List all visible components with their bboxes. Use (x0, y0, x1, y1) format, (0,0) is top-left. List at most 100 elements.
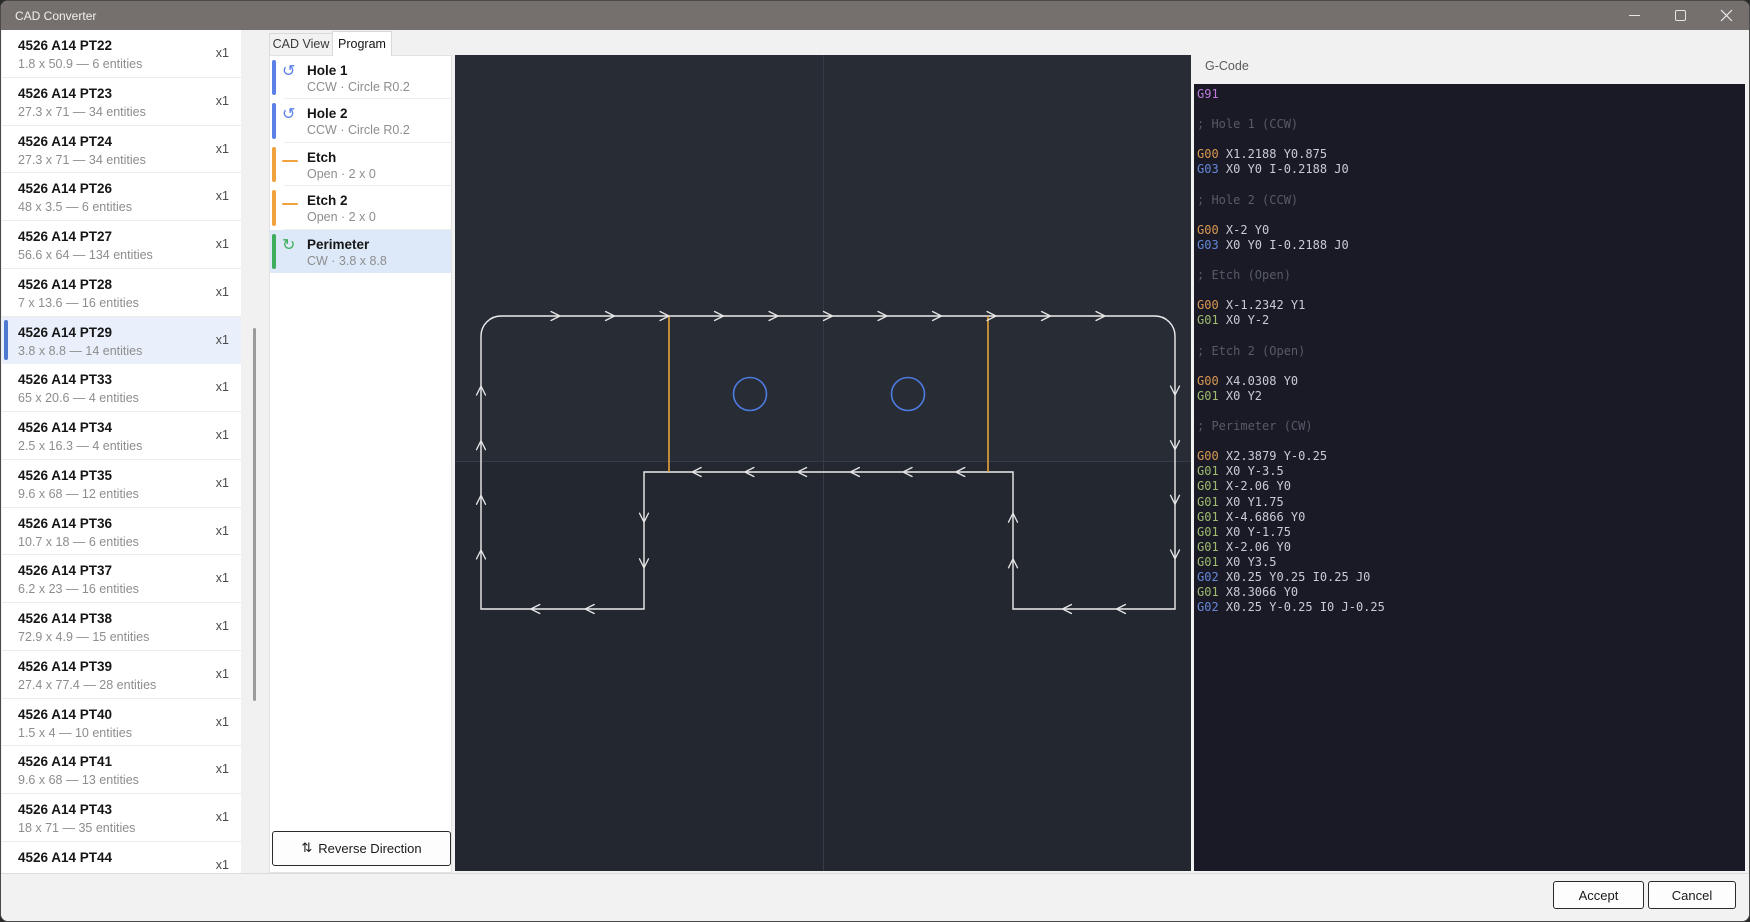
part-detail: 2.5 x 16.3 — 4 entities (18, 438, 241, 454)
part-list-item[interactable]: 4526 A14 PT3872.9 x 4.9 — 15 entitiesx1 (2, 603, 241, 651)
gcode-line (1197, 208, 1745, 223)
part-detail: 48 x 3.5 — 6 entities (18, 199, 241, 215)
part-detail: 10.7 x 18 — 6 entities (18, 534, 241, 550)
part-list-item[interactable]: 4526 A14 PT293.8 x 8.8 — 14 entitiesx1 (2, 317, 241, 365)
part-list-item[interactable]: 4526 A14 PT3927.4 x 77.4 — 28 entitiesx1 (2, 651, 241, 699)
gcode-line: G01 X-2.06 Y0 (1197, 540, 1745, 555)
part-name: 4526 A14 PT23 (18, 85, 241, 103)
part-name: 4526 A14 PT44 (18, 849, 241, 867)
rotate-ccw-icon: ↺ (282, 106, 295, 122)
operation-name: Perimeter (307, 236, 451, 253)
gcode-line: G91 (1197, 87, 1745, 102)
operation-item[interactable]: Etch 2Open · 2 x 0 (270, 186, 451, 229)
cancel-button[interactable]: Cancel (1648, 881, 1736, 909)
gcode-editor[interactable]: G91 ; Hole 1 (CCW) G00 X1.2188 Y0.875G03… (1194, 84, 1745, 871)
operation-accent-bar (272, 147, 276, 182)
operation-name: Hole 1 (307, 62, 451, 79)
operation-item[interactable]: ↺ Hole 1CCW · Circle R0.2 (270, 56, 451, 99)
titlebar[interactable]: CAD Converter (1, 1, 1749, 30)
gcode-line: G00 X1.2188 Y0.875 (1197, 147, 1745, 162)
part-list-item[interactable]: 4526 A14 PT359.6 x 68 — 12 entitiesx1 (2, 460, 241, 508)
accept-button[interactable]: Accept (1553, 881, 1644, 909)
operation-name: Hole 2 (307, 105, 451, 122)
gcode-line: G02 X0.25 Y0.25 I0.25 J0 (1197, 570, 1745, 585)
part-detail: 27.3 x 71 — 34 entities (18, 152, 241, 168)
part-detail: 6.2 x 23 — 16 entities (18, 581, 241, 597)
gcode-line (1197, 283, 1745, 298)
part-quantity: x1 (216, 94, 229, 108)
operation-item[interactable]: EtchOpen · 2 x 0 (270, 143, 451, 186)
operation-accent-bar (272, 103, 276, 138)
operation-item[interactable]: ↻ PerimeterCW · 3.8 x 8.8 (270, 230, 451, 273)
reverse-direction-button[interactable]: ⇅ Reverse Direction (272, 831, 451, 866)
part-name: 4526 A14 PT35 (18, 467, 241, 485)
part-list-item[interactable]: 4526 A14 PT401.5 x 4 — 10 entitiesx1 (2, 699, 241, 747)
gcode-line: G03 X0 Y0 I-0.2188 J0 (1197, 238, 1745, 253)
part-list-item[interactable]: 4526 A14 PT2427.3 x 71 — 34 entitiesx1 (2, 126, 241, 174)
minimize-button[interactable] (1611, 1, 1657, 30)
close-button[interactable] (1703, 1, 1749, 30)
part-list-item[interactable]: 4526 A14 PT3365 x 20.6 — 4 entitiesx1 (2, 364, 241, 412)
part-name: 4526 A14 PT39 (18, 658, 241, 676)
part-name: 4526 A14 PT29 (18, 324, 241, 342)
gcode-line (1197, 359, 1745, 374)
cad-canvas[interactable] (455, 55, 1191, 871)
part-list-item[interactable]: 4526 A14 PT342.5 x 16.3 — 4 entitiesx1 (2, 412, 241, 460)
window-title: CAD Converter (15, 9, 96, 23)
part-list-item[interactable]: 4526 A14 PT287 x 13.6 — 16 entitiesx1 (2, 269, 241, 317)
program-operations-panel: ↺Hole 1CCW · Circle R0.2↺Hole 2CCW · Cir… (269, 55, 452, 873)
part-quantity: x1 (216, 571, 229, 585)
parts-list-scrollbar[interactable] (253, 328, 256, 701)
part-quantity: x1 (216, 333, 229, 347)
part-list-item[interactable]: 4526 A14 PT44x1 (2, 842, 241, 873)
window-controls (1611, 1, 1749, 30)
part-name: 4526 A14 PT43 (18, 801, 241, 819)
operation-detail: Open · 2 x 0 (307, 210, 451, 225)
part-detail: 65 x 20.6 — 4 entities (18, 390, 241, 406)
part-list-item[interactable]: 4526 A14 PT376.2 x 23 — 16 entitiesx1 (2, 555, 241, 603)
tab-cad-view[interactable]: CAD View (269, 33, 333, 56)
part-detail: 7 x 13.6 — 16 entities (18, 295, 241, 311)
maximize-button[interactable] (1657, 1, 1703, 30)
gcode-line: G00 X4.0308 Y0 (1197, 374, 1745, 389)
perimeter-outline (481, 316, 1175, 609)
part-list-item[interactable]: 4526 A14 PT2327.3 x 71 — 34 entitiesx1 (2, 78, 241, 126)
gcode-line: G01 X0 Y-2 (1197, 313, 1745, 328)
operation-detail: CW · 3.8 x 8.8 (307, 254, 451, 269)
part-detail: 3.8 x 8.8 — 14 entities (18, 343, 241, 359)
etch-line-icon (282, 160, 298, 162)
parts-list: 4526 A14 PT221.8 x 50.9 — 6 entitiesx145… (2, 30, 241, 873)
operation-detail: CCW · Circle R0.2 (307, 123, 451, 138)
part-list-item[interactable]: 4526 A14 PT2756.6 x 64 — 134 entitiesx1 (2, 221, 241, 269)
rotate-ccw-icon: ↺ (282, 63, 295, 79)
tab-program[interactable]: Program (332, 31, 392, 56)
part-detail: 18 x 71 — 35 entities (18, 820, 241, 836)
operation-detail: CCW · Circle R0.2 (307, 80, 451, 95)
operation-accent-bar (272, 234, 276, 269)
part-list-item[interactable]: 4526 A14 PT3610.7 x 18 — 6 entitiesx1 (2, 508, 241, 556)
gcode-line: ; Perimeter (CW) (1197, 419, 1745, 434)
part-quantity: x1 (216, 428, 229, 442)
part-quantity: x1 (216, 285, 229, 299)
hole-circle (734, 378, 767, 411)
part-list-item[interactable]: 4526 A14 PT221.8 x 50.9 — 6 entitiesx1 (2, 30, 241, 78)
operation-name: Etch 2 (307, 192, 451, 209)
gcode-line (1197, 253, 1745, 268)
part-name: 4526 A14 PT28 (18, 276, 241, 294)
part-list-item[interactable]: 4526 A14 PT2648 x 3.5 — 6 entitiesx1 (2, 173, 241, 221)
operation-item[interactable]: ↺ Hole 2CCW · Circle R0.2 (270, 99, 451, 142)
part-quantity: x1 (216, 524, 229, 538)
footer-bar: Accept Cancel (1, 873, 1749, 922)
minimize-icon (1629, 15, 1640, 16)
rotate-cw-icon: ↻ (282, 237, 295, 253)
part-list-item[interactable]: 4526 A14 PT419.6 x 68 — 13 entitiesx1 (2, 746, 241, 794)
operation-name: Etch (307, 149, 451, 166)
gcode-line (1197, 329, 1745, 344)
part-quantity: x1 (216, 189, 229, 203)
gcode-line: ; Etch 2 (Open) (1197, 344, 1745, 359)
gcode-line: G01 X0 Y2 (1197, 389, 1745, 404)
part-quantity: x1 (216, 476, 229, 490)
reverse-direction-label: Reverse Direction (318, 841, 421, 856)
part-name: 4526 A14 PT26 (18, 180, 241, 198)
part-list-item[interactable]: 4526 A14 PT4318 x 71 — 35 entitiesx1 (2, 794, 241, 842)
